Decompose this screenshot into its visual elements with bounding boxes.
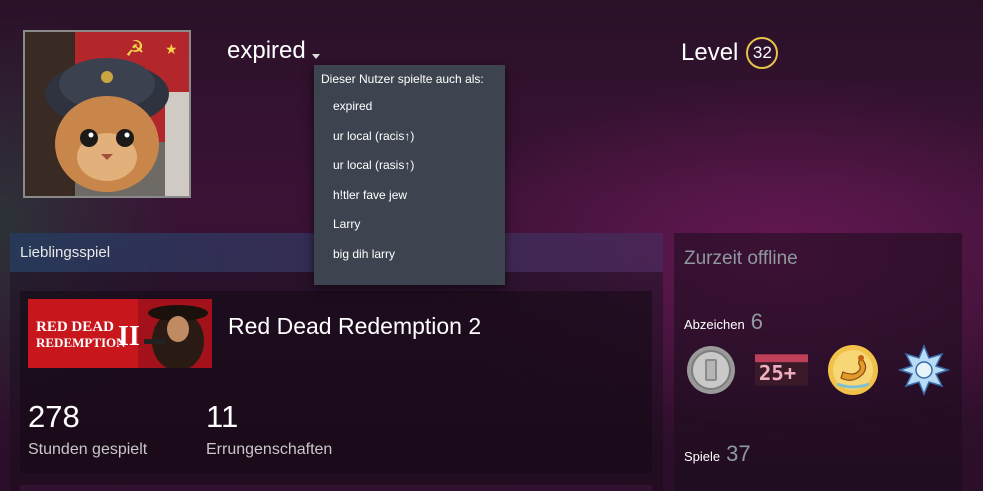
chevron-down-icon (311, 53, 320, 59)
badges-section-link[interactable]: Abzeichen 6 (684, 309, 763, 335)
svg-text:☭: ☭ (125, 37, 145, 62)
badge-showcase: 25+ (684, 343, 950, 396)
cat-avatar-image: ☭ ★ (25, 32, 189, 196)
alias-item: Larry (333, 217, 361, 231)
capsule-text-line2: REDEMPTION (36, 335, 126, 350)
achievements-value: 11 (206, 399, 239, 434)
svg-text:★: ★ (165, 42, 178, 58)
games-section-link[interactable]: Spiele 37 (684, 441, 751, 467)
badge-25-text: 25+ (759, 360, 796, 384)
badges-label: Abzeichen (684, 317, 745, 332)
level-badge[interactable]: 32 (746, 37, 779, 69)
next-panel-edge (20, 485, 652, 491)
games-count: 37 (726, 441, 751, 466)
favorite-game-card: RED DEAD REDEMPTION II Red Dead Redempti… (20, 291, 652, 473)
alias-item: big dih larry (333, 246, 396, 261)
alias-item: ur local (racis↑) (333, 128, 415, 143)
favorite-game-name[interactable]: Red Dead Redemption 2 (228, 313, 481, 340)
achievements-stat[interactable]: 11 Errungenschaften (206, 399, 332, 459)
hours-played-value: 278 (28, 399, 80, 434)
profile-side-panel: Zurzeit offline Abzeichen 6 25+ Spiele 3… (674, 233, 962, 491)
hours-played-stat: 278 Stunden gespielt (28, 399, 147, 459)
badges-count: 6 (750, 309, 763, 334)
capsule-numeral: II (118, 321, 140, 352)
profile-level: Level 32 (681, 37, 779, 69)
hours-played-label: Stunden gespielt (28, 441, 148, 458)
capsule-text-line1: RED DEAD (36, 319, 114, 335)
alias-item: h!tler fave jew (333, 187, 408, 202)
alias-item: expired (333, 99, 373, 113)
level-label: Level (681, 39, 739, 66)
snowflake-badge-icon[interactable] (897, 343, 950, 396)
years-of-service-badge-icon[interactable]: 25+ (755, 343, 808, 396)
games-label: Spiele (684, 449, 721, 464)
alias-item: ur local (rasis↑) (333, 158, 415, 172)
achievements-label: Errungenschaften (206, 441, 333, 458)
silver-coin-badge-icon[interactable] (684, 343, 737, 396)
online-status: Zurzeit offline (684, 248, 798, 269)
persona-name: expired (227, 37, 306, 64)
alias-history-dropdown: Dieser Nutzer spielte auch als: expired … (314, 65, 505, 285)
profile-avatar: ☭ ★ (23, 30, 191, 198)
alias-dropdown-title: Dieser Nutzer spielte auch als: (321, 72, 484, 86)
game-capsule-image[interactable]: RED DEAD REDEMPTION II (28, 299, 212, 371)
persona-name-dropdown[interactable]: expired (227, 37, 320, 65)
scorpion-badge-icon[interactable] (826, 343, 879, 396)
